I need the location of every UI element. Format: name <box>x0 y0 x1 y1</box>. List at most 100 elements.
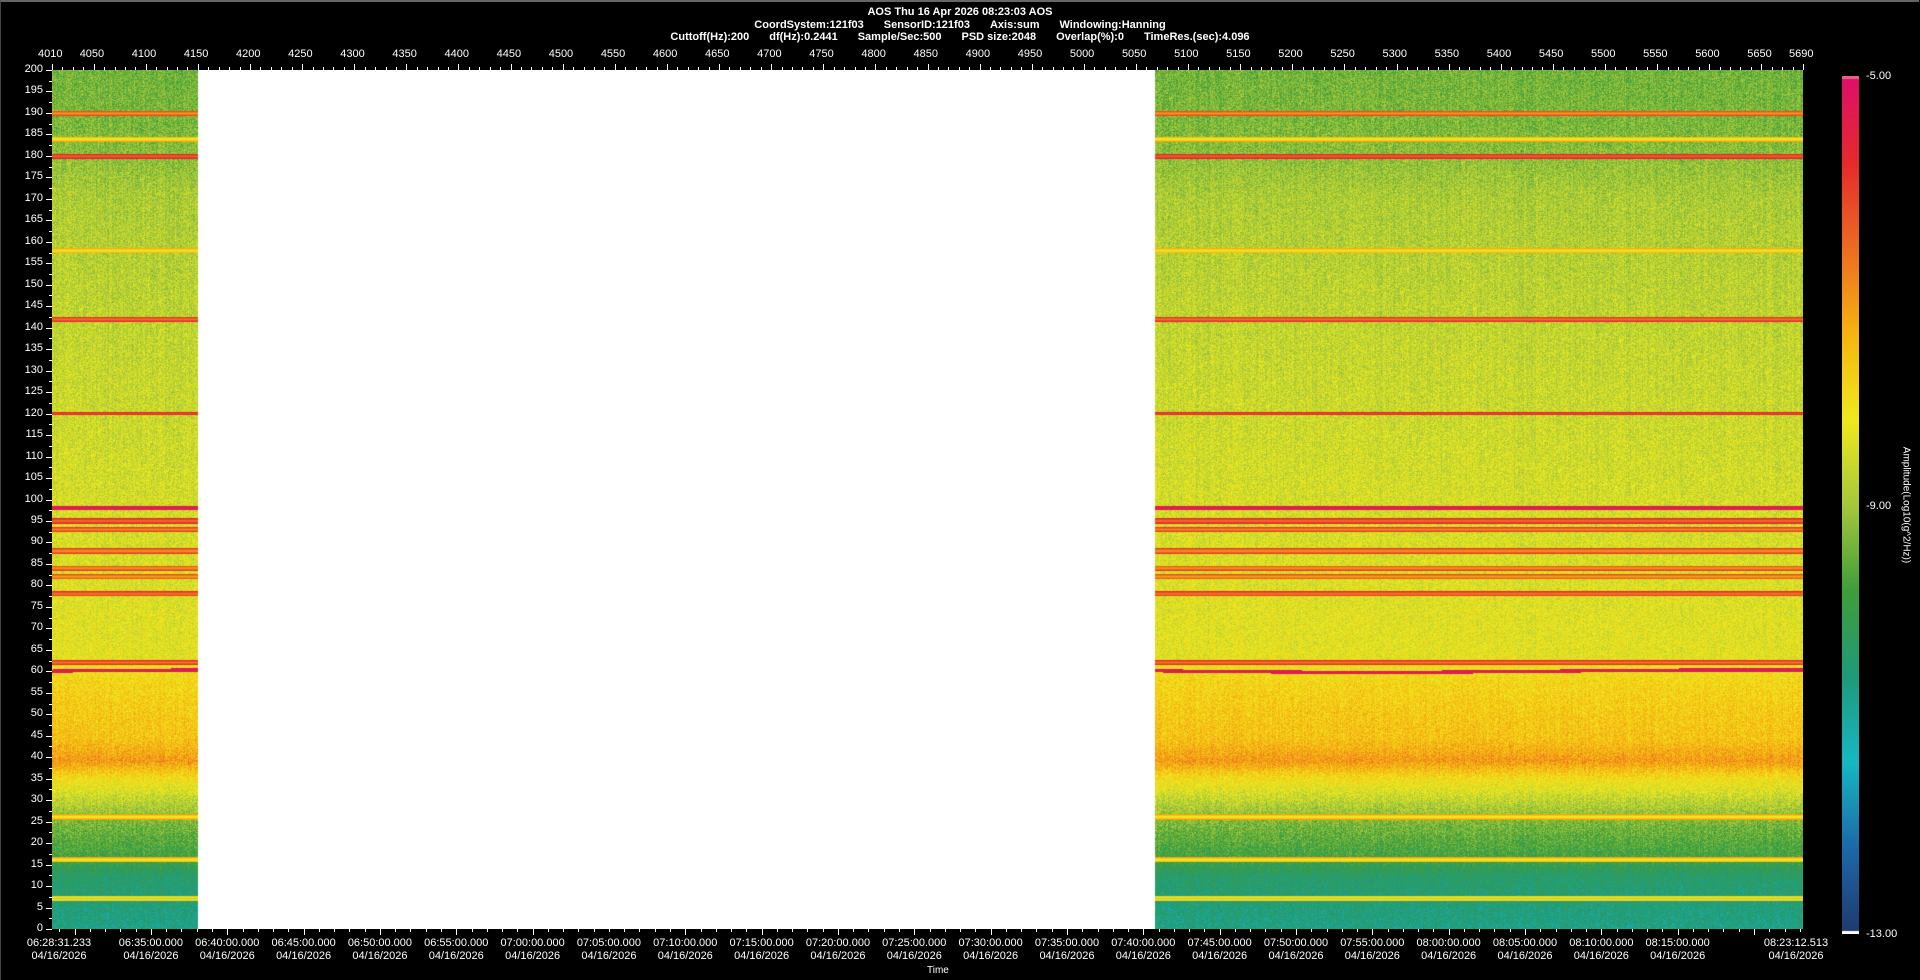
y-axis-tick <box>46 864 52 866</box>
y-axis-tick <box>49 574 52 576</box>
time-axis-tick <box>1754 929 1755 935</box>
date-label: 04/16/2026 <box>1192 950 1248 962</box>
top-axis-label: 5500 <box>1590 48 1616 60</box>
y-axis-tick <box>49 402 52 404</box>
top-axis-tick <box>1490 67 1492 70</box>
time-axis-tick <box>1250 929 1252 932</box>
time-axis-tick <box>1097 929 1099 932</box>
y-axis-label: 150 <box>24 277 43 290</box>
y-axis-label: 60 <box>30 664 43 677</box>
top-axis-tick <box>1094 67 1096 70</box>
top-axis-tick <box>802 67 804 70</box>
date-label: 04/16/2026 <box>734 950 790 962</box>
top-axis-tick <box>135 67 137 70</box>
y-axis-tick <box>49 510 52 512</box>
time-axis-tick <box>990 929 992 935</box>
time-axis-tick <box>1128 929 1130 932</box>
time-axis-tick <box>318 929 320 932</box>
y-axis-label: 185 <box>24 127 43 140</box>
y-axis-label: 95 <box>30 513 43 526</box>
top-axis-tick <box>1344 64 1346 70</box>
time-axis-tick <box>837 929 839 935</box>
time-axis-tick <box>227 929 229 935</box>
y-axis-tick <box>49 252 52 254</box>
top-axis-tick <box>906 67 908 70</box>
top-axis-tick <box>1208 67 1210 70</box>
time-res: TimeRes.(sec):4.096 <box>1143 31 1250 43</box>
sensor-id: SensorID:121f03 <box>883 19 970 31</box>
spectrogram-plot[interactable] <box>52 70 1803 929</box>
top-axis-label: 5300 <box>1382 48 1407 60</box>
y-axis-tick <box>49 746 52 748</box>
y-axis-tick <box>49 102 52 104</box>
top-axis-tick <box>1584 67 1586 70</box>
top-axis-tick <box>1010 67 1012 70</box>
top-axis-tick <box>489 67 491 70</box>
y-axis-tick <box>49 231 52 233</box>
time-axis-tick <box>914 929 916 935</box>
time-axis-tick <box>1311 929 1313 932</box>
top-axis-tick <box>896 67 898 70</box>
time-label: 07:35:00.000 <box>1034 937 1100 949</box>
y-axis-tick <box>49 166 52 168</box>
top-axis-tick <box>1219 67 1221 70</box>
top-axis-tick <box>1698 67 1700 70</box>
top-axis-label: 5600 <box>1695 48 1720 60</box>
top-axis-tick <box>1240 64 1242 70</box>
time-axis-tick <box>822 929 824 932</box>
date-label: 04/16/2026 <box>123 950 179 962</box>
time-axis-tick <box>1494 929 1496 932</box>
top-axis-label: 4500 <box>548 48 574 60</box>
y-axis-tick <box>46 907 52 909</box>
top-axis-tick <box>823 64 825 70</box>
time-axis-tick <box>257 929 259 932</box>
top-axis-tick <box>1323 67 1325 70</box>
top-axis-tick <box>1688 67 1690 70</box>
time-axis-tick <box>74 929 76 935</box>
date-label: 04/16/2026 <box>963 950 1019 962</box>
top-axis-tick <box>562 64 564 70</box>
top-axis-tick <box>1281 67 1283 70</box>
y-axis-tick <box>49 381 52 383</box>
time-label: 07:50:00.000 <box>1263 937 1329 949</box>
time-axis-tick <box>1082 929 1084 932</box>
y-axis-tick <box>46 70 52 71</box>
time-axis-tick <box>1387 929 1389 932</box>
time-axis-tick <box>486 929 488 932</box>
date-label: 04/16/2026 <box>810 950 866 962</box>
y-axis-label: 35 <box>30 771 43 784</box>
date-label: 04/16/2026 <box>657 950 713 962</box>
time-axis-tick <box>1601 929 1603 935</box>
y-axis-tick <box>46 520 52 522</box>
top-axis-tick <box>656 67 658 70</box>
top-axis-tick <box>1146 67 1148 70</box>
time-label: 07:25:00.000 <box>882 937 947 949</box>
y-axis-label: 130 <box>24 363 43 376</box>
top-axis-tick <box>1042 67 1044 70</box>
time-axis-tick <box>1570 929 1572 932</box>
time-label: 07:40:00.000 <box>1111 937 1176 949</box>
top-axis-label: 5000 <box>1069 48 1095 60</box>
top-axis-tick <box>1792 67 1794 70</box>
y-axis-tick <box>49 767 52 769</box>
top-axis-tick <box>593 67 595 70</box>
y-axis-label: 80 <box>30 578 43 591</box>
top-axis-tick <box>1552 64 1554 70</box>
top-axis-tick <box>1313 67 1315 70</box>
top-axis-label: 4750 <box>809 48 834 60</box>
top-axis-tick <box>1031 64 1033 70</box>
top-axis-tick <box>1198 67 1200 70</box>
y-axis-label: 5 <box>36 900 43 913</box>
top-axis-tick <box>1479 67 1481 70</box>
y-axis-tick <box>46 649 52 651</box>
top-axis-tick <box>1500 64 1502 70</box>
time-axis-tick <box>166 929 168 932</box>
time-label: 07:45:00.000 <box>1187 937 1252 949</box>
y-axis-tick <box>46 198 52 200</box>
time-axis-tick <box>1616 929 1618 932</box>
time-axis-tick <box>593 929 595 932</box>
spectrogram-heatmap[interactable] <box>52 70 1803 929</box>
time-axis-tick <box>105 929 107 932</box>
y-axis-tick <box>49 445 52 447</box>
top-axis-tick <box>1333 67 1335 70</box>
